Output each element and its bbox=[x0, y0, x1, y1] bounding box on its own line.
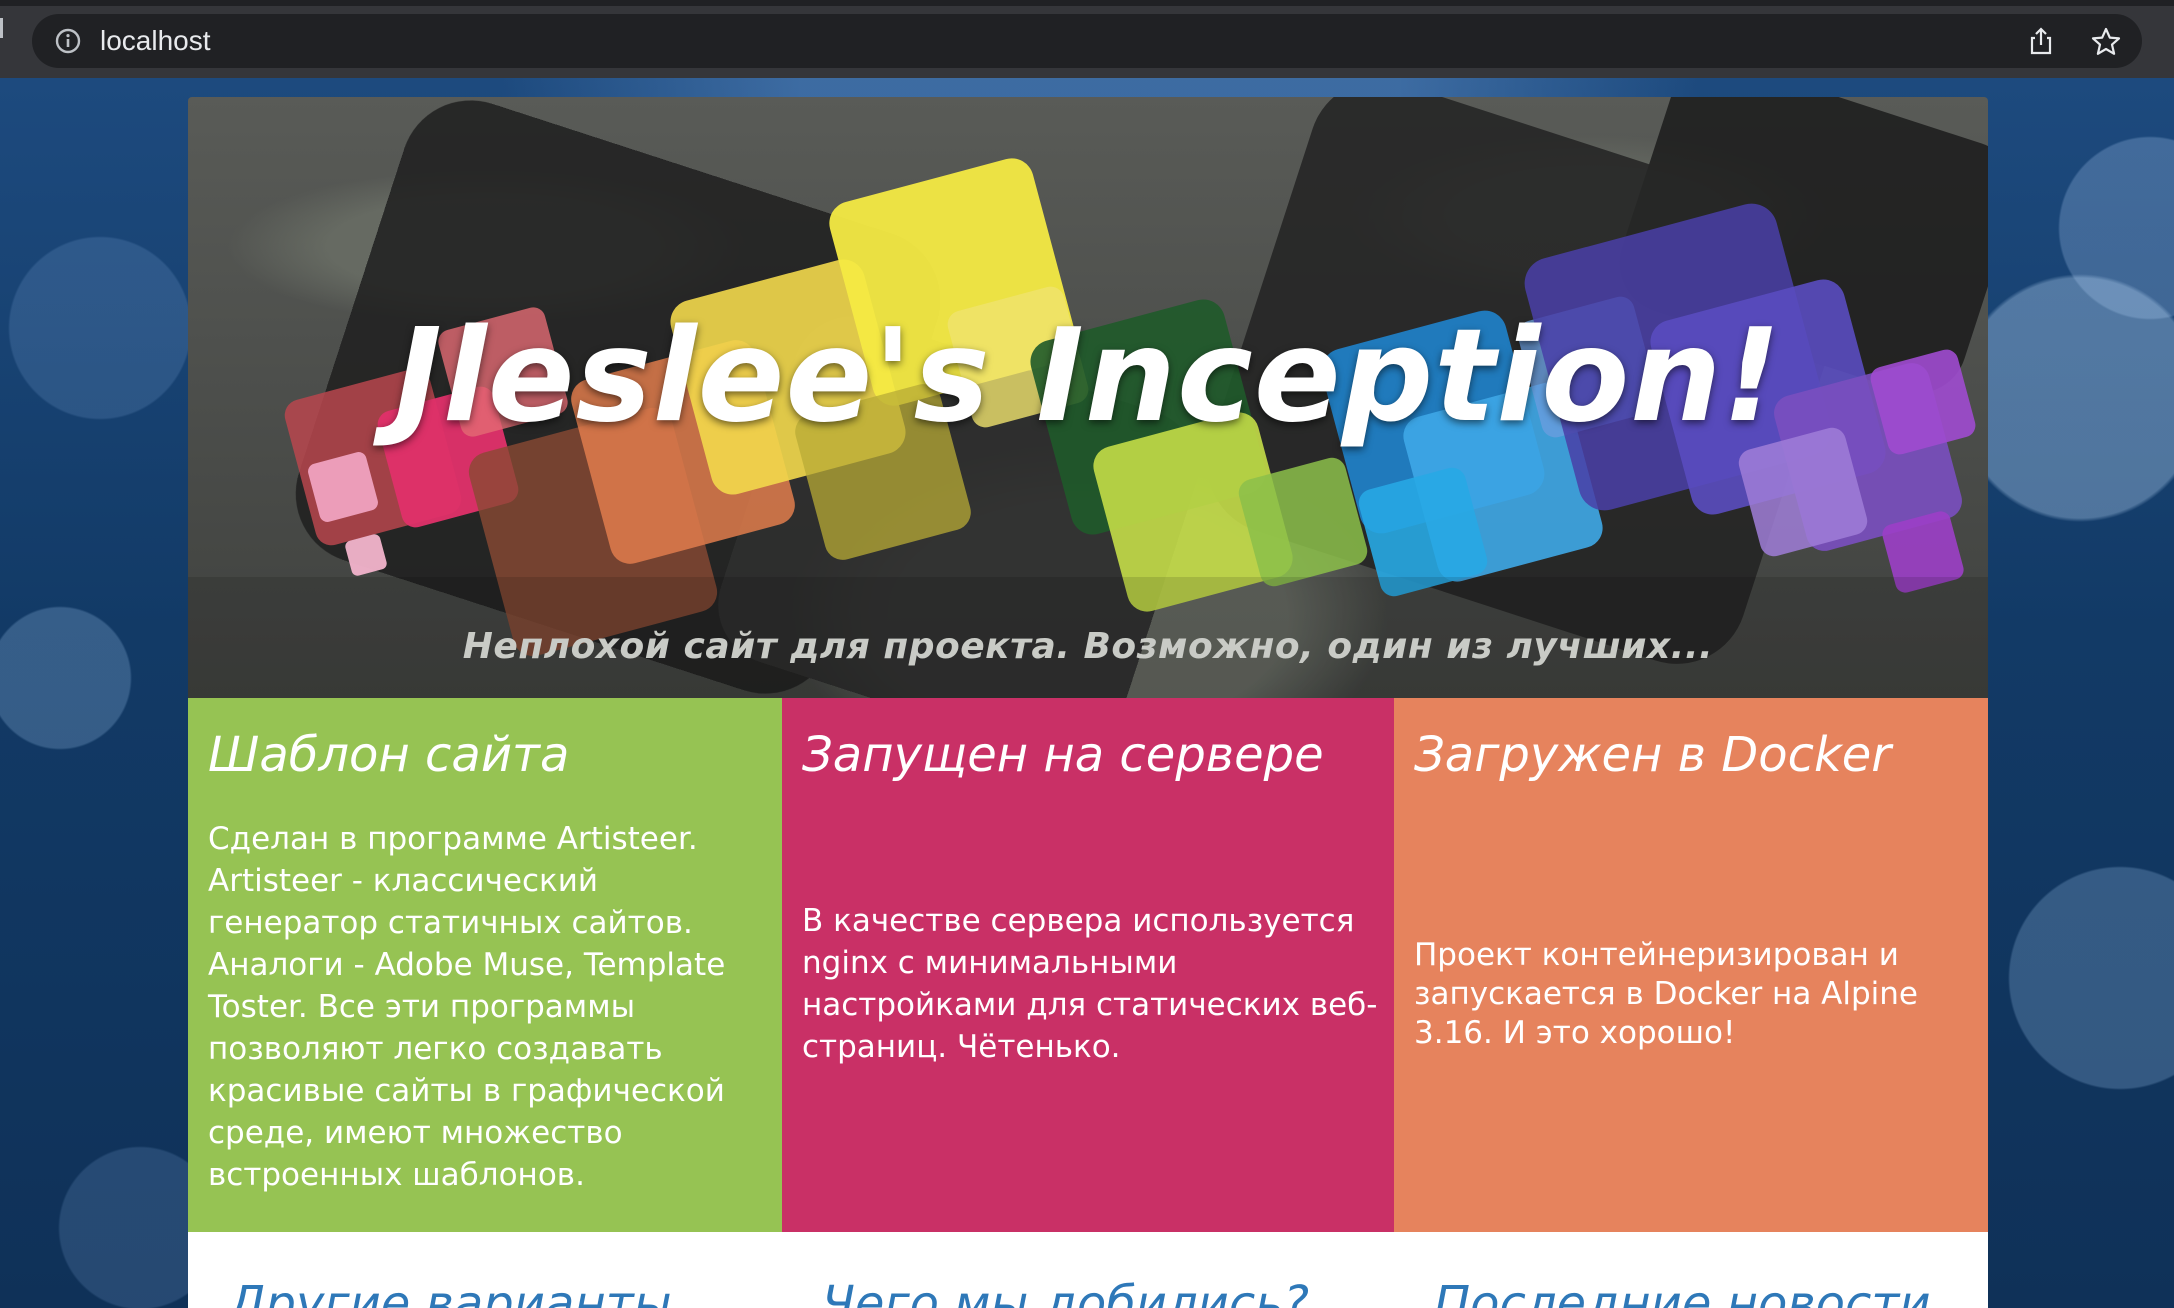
lower-section: Другие варианты Чего мы добились? Послед… bbox=[188, 1232, 1988, 1308]
column-server: Запущен на сервере В качестве сервера ис… bbox=[782, 698, 1394, 1232]
site-header: Jleslee's Inception! Неплохой сайт для п… bbox=[188, 97, 1988, 698]
tab-edge bbox=[0, 18, 3, 38]
tab-strip-edge bbox=[0, 0, 2174, 6]
column-heading: Шаблон сайта bbox=[208, 727, 570, 783]
column-docker: Загружен в Docker Проект контейнеризиров… bbox=[1394, 698, 1988, 1232]
column-text: Проект контейнеризирован и запускается в… bbox=[1414, 937, 1919, 1051]
column-text: Сделан в программе Artisteer. Artisteer … bbox=[208, 821, 726, 1193]
column-text: В качестве сервера используется nginx с … bbox=[802, 903, 1378, 1065]
share-icon[interactable] bbox=[2026, 26, 2056, 56]
site-container: Jleslee's Inception! Неплохой сайт для п… bbox=[188, 97, 1988, 1308]
column-heading: Запущен на сервере bbox=[802, 727, 1324, 783]
column-heading: Загружен в Docker bbox=[1414, 727, 1892, 783]
star-icon[interactable] bbox=[2090, 26, 2122, 58]
info-icon[interactable] bbox=[54, 27, 82, 55]
column-template: Шаблон сайта Сделан в программе Artistee… bbox=[188, 698, 782, 1232]
heading-other-options[interactable]: Другие варианты bbox=[228, 1272, 672, 1308]
site-slogan: Неплохой сайт для проекта. Возможно, оди… bbox=[462, 626, 1714, 667]
heading-achievements[interactable]: Чего мы добились? bbox=[822, 1272, 1309, 1308]
site-title: Jleslee's Inception! bbox=[394, 302, 1782, 451]
heading-latest-news[interactable]: Последние новости bbox=[1434, 1272, 1931, 1308]
browser-toolbar: localhost bbox=[0, 0, 2174, 78]
url-text[interactable]: localhost bbox=[100, 25, 211, 57]
address-bar[interactable]: localhost bbox=[32, 14, 2142, 68]
